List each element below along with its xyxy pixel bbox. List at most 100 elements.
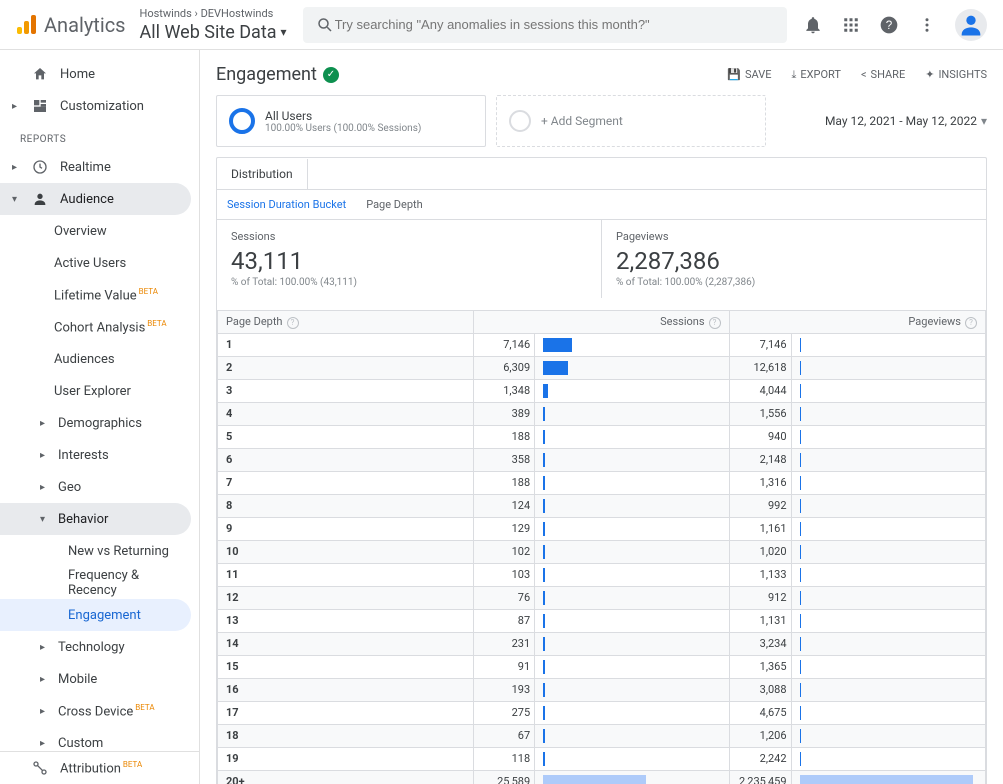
cell-pageviews: 1,020 xyxy=(729,540,791,563)
cell-sessions-bar xyxy=(535,701,729,724)
nav-home[interactable]: Home xyxy=(0,58,191,90)
cell-sessions: 129 xyxy=(473,517,534,540)
cell-pageviews-bar xyxy=(791,448,985,471)
table-row: 191182,242 xyxy=(218,747,986,770)
cell-sessions: 91 xyxy=(473,655,534,678)
add-segment-button[interactable]: + Add Segment xyxy=(496,95,766,147)
table-row: 71881,316 xyxy=(218,471,986,494)
tab-distribution[interactable]: Distribution xyxy=(217,159,308,190)
cell-sessions: 231 xyxy=(473,632,534,655)
table-row: 1276912 xyxy=(218,586,986,609)
data-source-name: All Web Site Data xyxy=(140,22,277,43)
cell-sessions: 67 xyxy=(473,724,534,747)
segment-circle-icon xyxy=(229,108,255,134)
ga-logo-icon xyxy=(14,13,38,37)
notifications-icon[interactable] xyxy=(803,15,823,35)
clock-icon xyxy=(30,159,50,175)
nav-audiences[interactable]: Audiences xyxy=(0,343,191,375)
help-icon[interactable]: ? xyxy=(709,317,721,329)
cell-sessions: 6,309 xyxy=(473,356,534,379)
cell-pageviews: 1,316 xyxy=(729,471,791,494)
nav-cohort[interactable]: Cohort AnalysisBETA xyxy=(0,311,191,343)
search-input[interactable] xyxy=(335,17,775,32)
date-range-picker[interactable]: May 12, 2021 - May 12, 2022▾ xyxy=(825,114,987,128)
share-button[interactable]: <SHARE xyxy=(861,68,905,81)
cell-sessions-bar xyxy=(535,425,729,448)
person-icon xyxy=(30,191,50,207)
export-button[interactable]: ⤓EXPORT xyxy=(791,68,840,82)
dropdown-caret-icon: ▾ xyxy=(981,114,987,128)
nav-geo[interactable]: ▸Geo xyxy=(0,471,191,503)
table-row: 18671,206 xyxy=(218,724,986,747)
cell-sessions-bar xyxy=(535,632,729,655)
cell-pageviews: 1,161 xyxy=(729,517,791,540)
save-button[interactable]: 💾SAVE xyxy=(727,68,771,81)
nav-user-explorer[interactable]: User Explorer xyxy=(0,375,191,407)
nav-active-users[interactable]: Active Users xyxy=(0,247,191,279)
cell-pageviews-bar xyxy=(791,586,985,609)
nav-frequency-recency[interactable]: Frequency & Recency xyxy=(0,567,191,599)
nav-demographics[interactable]: ▸Demographics xyxy=(0,407,191,439)
table-row: 20+25,5892,235,459 xyxy=(218,770,986,784)
cell-pageviews-bar xyxy=(791,471,985,494)
cell-sessions-bar xyxy=(535,770,729,784)
nav-behavior[interactable]: ▾Behavior xyxy=(0,503,191,535)
cell-pageviews-bar xyxy=(791,632,985,655)
nav-new-vs-returning[interactable]: New vs Returning xyxy=(0,535,191,567)
help-icon[interactable]: ? xyxy=(287,317,299,329)
more-icon[interactable] xyxy=(917,15,937,35)
data-table: Page Depth? Sessions? Pageviews? 17,1467… xyxy=(217,310,986,784)
cell-pageviews-bar xyxy=(791,701,985,724)
help-icon[interactable]: ? xyxy=(965,317,977,329)
cell-depth: 8 xyxy=(218,494,474,517)
nav-interests[interactable]: ▸Interests xyxy=(0,439,191,471)
cell-pageviews: 1,131 xyxy=(729,609,791,632)
table-row: 43891,556 xyxy=(218,402,986,425)
product-name: Analytics xyxy=(44,13,126,37)
cell-depth: 3 xyxy=(218,379,474,402)
table-row: 91291,161 xyxy=(218,517,986,540)
cell-pageviews: 912 xyxy=(729,586,791,609)
cell-depth: 12 xyxy=(218,586,474,609)
dropdown-caret-icon: ▾ xyxy=(281,25,287,39)
logo[interactable]: Analytics xyxy=(14,13,126,37)
nav-mobile[interactable]: ▸Mobile xyxy=(0,663,191,695)
col-pageviews[interactable]: Pageviews? xyxy=(729,311,985,334)
cell-sessions: 358 xyxy=(473,448,534,471)
cell-sessions: 118 xyxy=(473,747,534,770)
nav-realtime[interactable]: ▸Realtime xyxy=(0,151,191,183)
nav-technology[interactable]: ▸Technology xyxy=(0,631,191,663)
nav-cross-device[interactable]: ▸Cross DeviceBETA xyxy=(0,695,191,727)
svg-text:?: ? xyxy=(886,19,893,32)
chevron-right-icon: ▸ xyxy=(40,642,50,653)
apps-icon[interactable] xyxy=(841,15,861,35)
table-row: 172754,675 xyxy=(218,701,986,724)
segment-all-users[interactable]: All Users 100.00% Users (100.00% Session… xyxy=(216,95,486,147)
table-row: 26,30912,618 xyxy=(218,356,986,379)
nav-overview[interactable]: Overview xyxy=(0,215,191,247)
insights-button[interactable]: ✦INSIGHTS xyxy=(925,68,987,81)
nav-engagement[interactable]: Engagement xyxy=(0,599,191,631)
cell-pageviews: 1,365 xyxy=(729,655,791,678)
account-picker[interactable]: Hostwinds › DEVHostwinds All Web Site Da… xyxy=(140,7,287,43)
metric-pageviews: Pageviews 2,287,386 % of Total: 100.00% … xyxy=(602,220,986,298)
nav-customization[interactable]: ▸Customization xyxy=(0,90,191,122)
cell-sessions-bar xyxy=(535,678,729,701)
nav-attribution[interactable]: AttributionBETA xyxy=(0,752,191,784)
cell-sessions-bar xyxy=(535,379,729,402)
search-box[interactable] xyxy=(303,7,787,43)
cell-depth: 11 xyxy=(218,563,474,586)
col-sessions[interactable]: Sessions? xyxy=(473,311,729,334)
chevron-down-icon: ▾ xyxy=(12,194,22,205)
subtab-session-duration[interactable]: Session Duration Bucket xyxy=(227,198,346,211)
cell-pageviews-bar xyxy=(791,770,985,784)
chevron-right-icon: ▸ xyxy=(12,162,22,173)
nav-audience[interactable]: ▾Audience xyxy=(0,183,191,215)
account-avatar[interactable] xyxy=(955,9,987,41)
nav-lifetime-value[interactable]: Lifetime ValueBETA xyxy=(0,279,191,311)
cell-pageviews-bar xyxy=(791,517,985,540)
help-icon[interactable]: ? xyxy=(879,15,899,35)
table-row: 15911,365 xyxy=(218,655,986,678)
col-page-depth[interactable]: Page Depth? xyxy=(218,311,474,334)
subtab-page-depth[interactable]: Page Depth xyxy=(366,198,423,211)
